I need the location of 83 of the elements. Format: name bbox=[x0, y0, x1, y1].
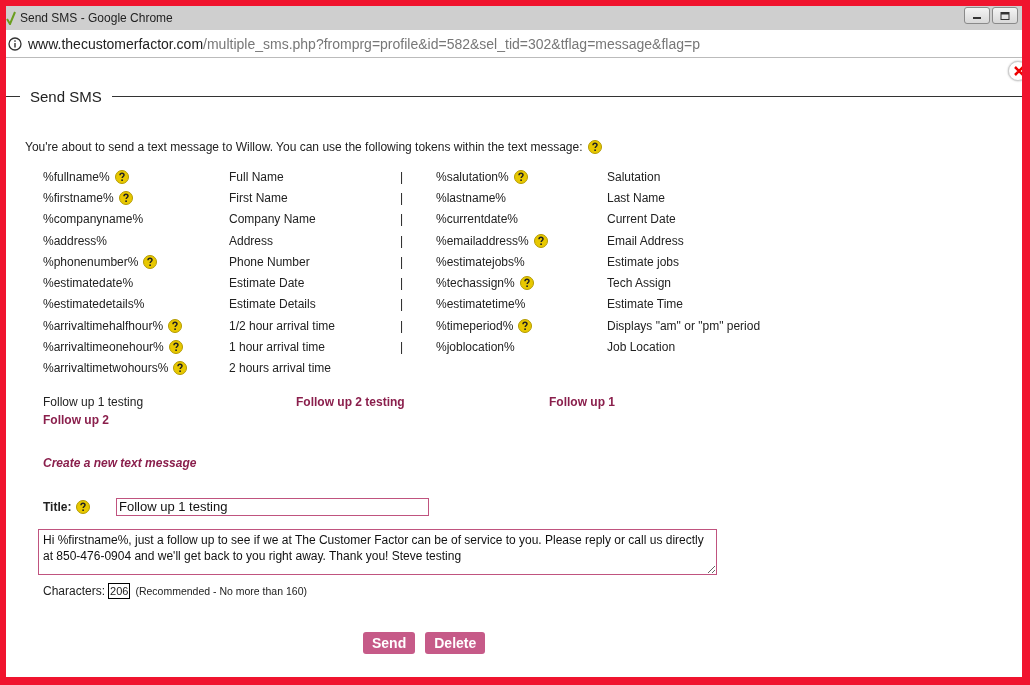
token-name: %estimatedate% bbox=[43, 276, 134, 291]
help-icon[interactable] bbox=[518, 318, 533, 333]
title-label: Title: bbox=[43, 499, 72, 514]
token-description: Estimate Time bbox=[607, 297, 685, 312]
template-link[interactable]: Follow up 2 bbox=[43, 412, 109, 427]
help-icon[interactable] bbox=[76, 499, 91, 514]
token-name: %salutation% bbox=[436, 169, 509, 184]
message-text-field[interactable]: Hi %firstname%, just a follow up to see if we at The Customer Factor can be of service to you. Please reply or call us directly at 850-476-0904 and we'll get back to you right away. Thank you! Steve testing bbox=[38, 528, 717, 575]
token-description: 2 hours arrival time bbox=[229, 361, 333, 376]
token-description: Salutation bbox=[607, 169, 662, 184]
column-separator: | bbox=[400, 276, 405, 291]
close-button[interactable] bbox=[1008, 61, 1022, 81]
address-bar-url[interactable]: www.thecustomerfactor.com/multiple_sms.php?fromprg=profile&id=582&sel_tid=302&tflag=message&flag=p bbox=[28, 35, 700, 52]
token-description: Full Name bbox=[229, 169, 285, 184]
characters-note: (Recommended - No more than 160) bbox=[135, 584, 307, 597]
help-icon[interactable] bbox=[168, 340, 183, 354]
column-separator: | bbox=[400, 340, 405, 354]
token-description: First Name bbox=[229, 190, 289, 205]
token-name: %address% bbox=[43, 233, 108, 248]
help-icon[interactable] bbox=[533, 233, 548, 248]
close-icon bbox=[1014, 66, 1022, 76]
token-name: %timeperiod% bbox=[436, 318, 514, 333]
token-name: %lastname% bbox=[436, 190, 507, 205]
create-message-link[interactable]: Create a new text message bbox=[43, 455, 197, 470]
character-count: 206 bbox=[108, 582, 131, 599]
delete-button[interactable]: Delete bbox=[425, 631, 486, 654]
column-separator: | bbox=[400, 297, 405, 312]
token-description: Job Location bbox=[607, 340, 677, 354]
help-icon[interactable] bbox=[513, 169, 528, 184]
template-link[interactable]: Follow up 1 bbox=[549, 394, 615, 409]
token-name: %estimatedetails% bbox=[43, 297, 145, 312]
column-separator: | bbox=[400, 233, 405, 248]
token-description: Email Address bbox=[607, 233, 685, 248]
token-description: Estimate Details bbox=[229, 297, 317, 312]
minimize-button[interactable] bbox=[964, 7, 990, 24]
token-name: %techassign% bbox=[436, 276, 515, 291]
column-separator: | bbox=[400, 254, 405, 269]
help-icon[interactable] bbox=[587, 140, 602, 154]
info-icon[interactable] bbox=[8, 36, 22, 51]
token-name: %arrivaltimetwohours% bbox=[43, 361, 169, 376]
column-separator: | bbox=[400, 169, 405, 184]
token-name: %estimatejobs% bbox=[436, 254, 525, 269]
checkmark-logo-icon bbox=[6, 11, 16, 25]
token-name: %phonenumber% bbox=[43, 254, 139, 269]
token-description: 1 hour arrival time bbox=[229, 340, 327, 354]
token-description: 1/2 hour arrival time bbox=[229, 318, 337, 333]
token-name: %arrivaltimehalfhour% bbox=[43, 318, 164, 333]
token-description: Company Name bbox=[229, 212, 317, 227]
token-description: Tech Assign bbox=[607, 276, 673, 291]
token-description: Current Date bbox=[607, 212, 677, 227]
send-button[interactable]: Send bbox=[363, 631, 416, 654]
token-name: %estimatetime% bbox=[436, 297, 526, 312]
section-title: Send SMS bbox=[29, 88, 103, 105]
token-description: Estimate jobs bbox=[607, 254, 681, 269]
token-name: %emailaddress% bbox=[436, 233, 529, 248]
token-name: %fullname% bbox=[43, 169, 110, 184]
help-icon[interactable] bbox=[168, 318, 183, 333]
token-description: Phone Number bbox=[229, 254, 311, 269]
token-description: Displays "am" or "pm" period bbox=[607, 318, 762, 333]
column-separator: | bbox=[400, 212, 405, 227]
maximize-icon bbox=[1000, 11, 1010, 20]
title-input-field[interactable]: Follow up 1 testing bbox=[116, 497, 429, 516]
column-separator: | bbox=[400, 190, 405, 205]
help-icon[interactable] bbox=[114, 169, 129, 184]
token-description: Estimate Date bbox=[229, 276, 306, 291]
column-separator: | bbox=[400, 318, 405, 333]
maximize-button[interactable] bbox=[992, 7, 1018, 24]
help-icon[interactable] bbox=[519, 276, 534, 291]
token-description: Last Name bbox=[607, 190, 667, 205]
help-icon[interactable] bbox=[143, 254, 158, 269]
help-icon[interactable] bbox=[118, 190, 133, 205]
help-icon[interactable] bbox=[173, 361, 188, 376]
template-link[interactable]: Follow up 1 testing bbox=[43, 394, 144, 409]
token-name: %currentdate% bbox=[436, 212, 519, 227]
token-name: %arrivaltimeonehour% bbox=[43, 340, 164, 354]
token-name: %joblocation% bbox=[436, 340, 515, 354]
intro-text: You're about to send a text message to Willow. You can use the following tokens within the text message: bbox=[25, 140, 583, 154]
token-name: %companyname% bbox=[43, 212, 144, 227]
template-link[interactable]: Follow up 2 testing bbox=[296, 394, 405, 409]
window-title: Send SMS - Google Chrome bbox=[20, 11, 174, 25]
token-name: %firstname% bbox=[43, 190, 114, 205]
characters-label: Characters: bbox=[43, 583, 106, 598]
token-description: Address bbox=[229, 233, 275, 248]
